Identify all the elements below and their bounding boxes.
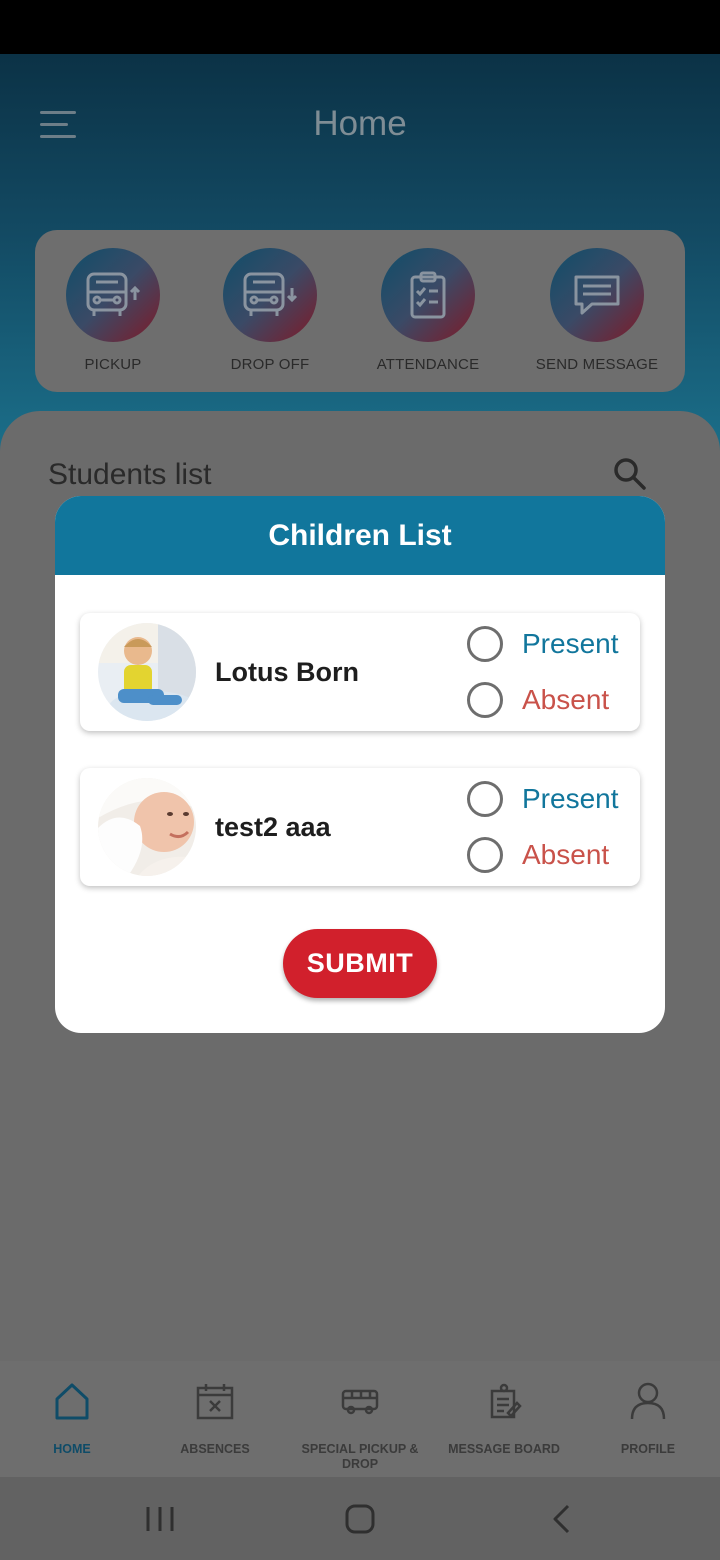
clipboard-check-icon — [381, 248, 475, 342]
nav-item-message-board[interactable]: MESSAGE BOARD — [432, 1381, 576, 1457]
send-message-label: SEND MESSAGE — [535, 356, 659, 373]
message-board-icon — [484, 1381, 524, 1421]
pickup-button[interactable]: PICKUP — [33, 248, 193, 373]
home-icon — [52, 1381, 92, 1421]
quick-actions-card: PICKUP DROP OFF ATTENDANCE SEND MESSAGE — [35, 230, 685, 392]
nav-label-profile: PROFILE — [620, 1442, 676, 1456]
absent-option[interactable]: Absent — [467, 837, 609, 873]
child-name: test2 aaa — [215, 812, 331, 842]
nav-label-home: HOME — [53, 1442, 91, 1456]
recent-apps-icon[interactable] — [140, 1499, 180, 1539]
dialog-header: Children List — [55, 496, 665, 575]
children-list-dialog: Children List Lotus Born Present Absent — [55, 496, 665, 1033]
present-option[interactable]: Present — [467, 781, 619, 817]
search-icon[interactable] — [612, 456, 648, 492]
attendance-label: ATTENDANCE — [376, 356, 480, 373]
back-icon[interactable] — [542, 1499, 582, 1539]
nav-label-absences: ABSENCES — [180, 1442, 250, 1456]
nav-item-profile[interactable]: PROFILE — [576, 1381, 720, 1457]
students-list-title: Students list — [48, 458, 212, 491]
bus-icon — [340, 1381, 380, 1421]
home-button-icon[interactable] — [340, 1499, 380, 1539]
absent-label: Absent — [522, 839, 610, 870]
profile-icon — [628, 1381, 668, 1421]
child-card: test2 aaa Present Absent — [80, 768, 640, 886]
system-nav-bar — [0, 1477, 720, 1560]
send-message-button[interactable]: SEND MESSAGE — [517, 248, 677, 373]
nav-item-absences[interactable]: ABSENCES — [143, 1381, 287, 1457]
present-radio[interactable] — [467, 626, 503, 662]
nav-item-home[interactable]: HOME — [0, 1381, 144, 1457]
absent-label: Absent — [522, 684, 610, 715]
chat-message-icon — [550, 248, 644, 342]
bus-dropoff-icon — [223, 248, 317, 342]
bottom-nav: HOME ABSENCES SPECIAL PICKUP & DROP MESS… — [0, 1361, 720, 1477]
page-title: Home — [313, 104, 407, 143]
calendar-x-icon — [195, 1381, 235, 1421]
present-label: Present — [522, 628, 619, 659]
bus-pickup-icon — [66, 248, 160, 342]
drop-off-button[interactable]: DROP OFF — [190, 248, 350, 373]
pickup-label: PICKUP — [84, 356, 142, 373]
child-name: Lotus Born — [215, 657, 359, 687]
child-card: Lotus Born Present Absent — [80, 613, 640, 731]
nav-label-message-board: MESSAGE BOARD — [448, 1442, 560, 1456]
present-label: Present — [522, 783, 619, 814]
child-avatar — [98, 623, 196, 721]
submit-button[interactable]: SUBMIT — [283, 929, 437, 998]
present-option[interactable]: Present — [467, 626, 619, 662]
absent-option[interactable]: Absent — [467, 682, 609, 718]
drop-off-label: DROP OFF — [230, 356, 310, 373]
absent-radio[interactable] — [467, 837, 503, 873]
status-bar — [0, 0, 720, 54]
dialog-title: Children List — [268, 518, 452, 552]
nav-label-special-pickup: SPECIAL PICKUP & DROP — [301, 1442, 419, 1471]
present-radio[interactable] — [467, 781, 503, 817]
nav-item-special-pickup[interactable]: SPECIAL PICKUP & DROP — [288, 1381, 432, 1472]
child-avatar — [98, 778, 196, 876]
attendance-button[interactable]: ATTENDANCE — [348, 248, 508, 373]
absent-radio[interactable] — [467, 682, 503, 718]
